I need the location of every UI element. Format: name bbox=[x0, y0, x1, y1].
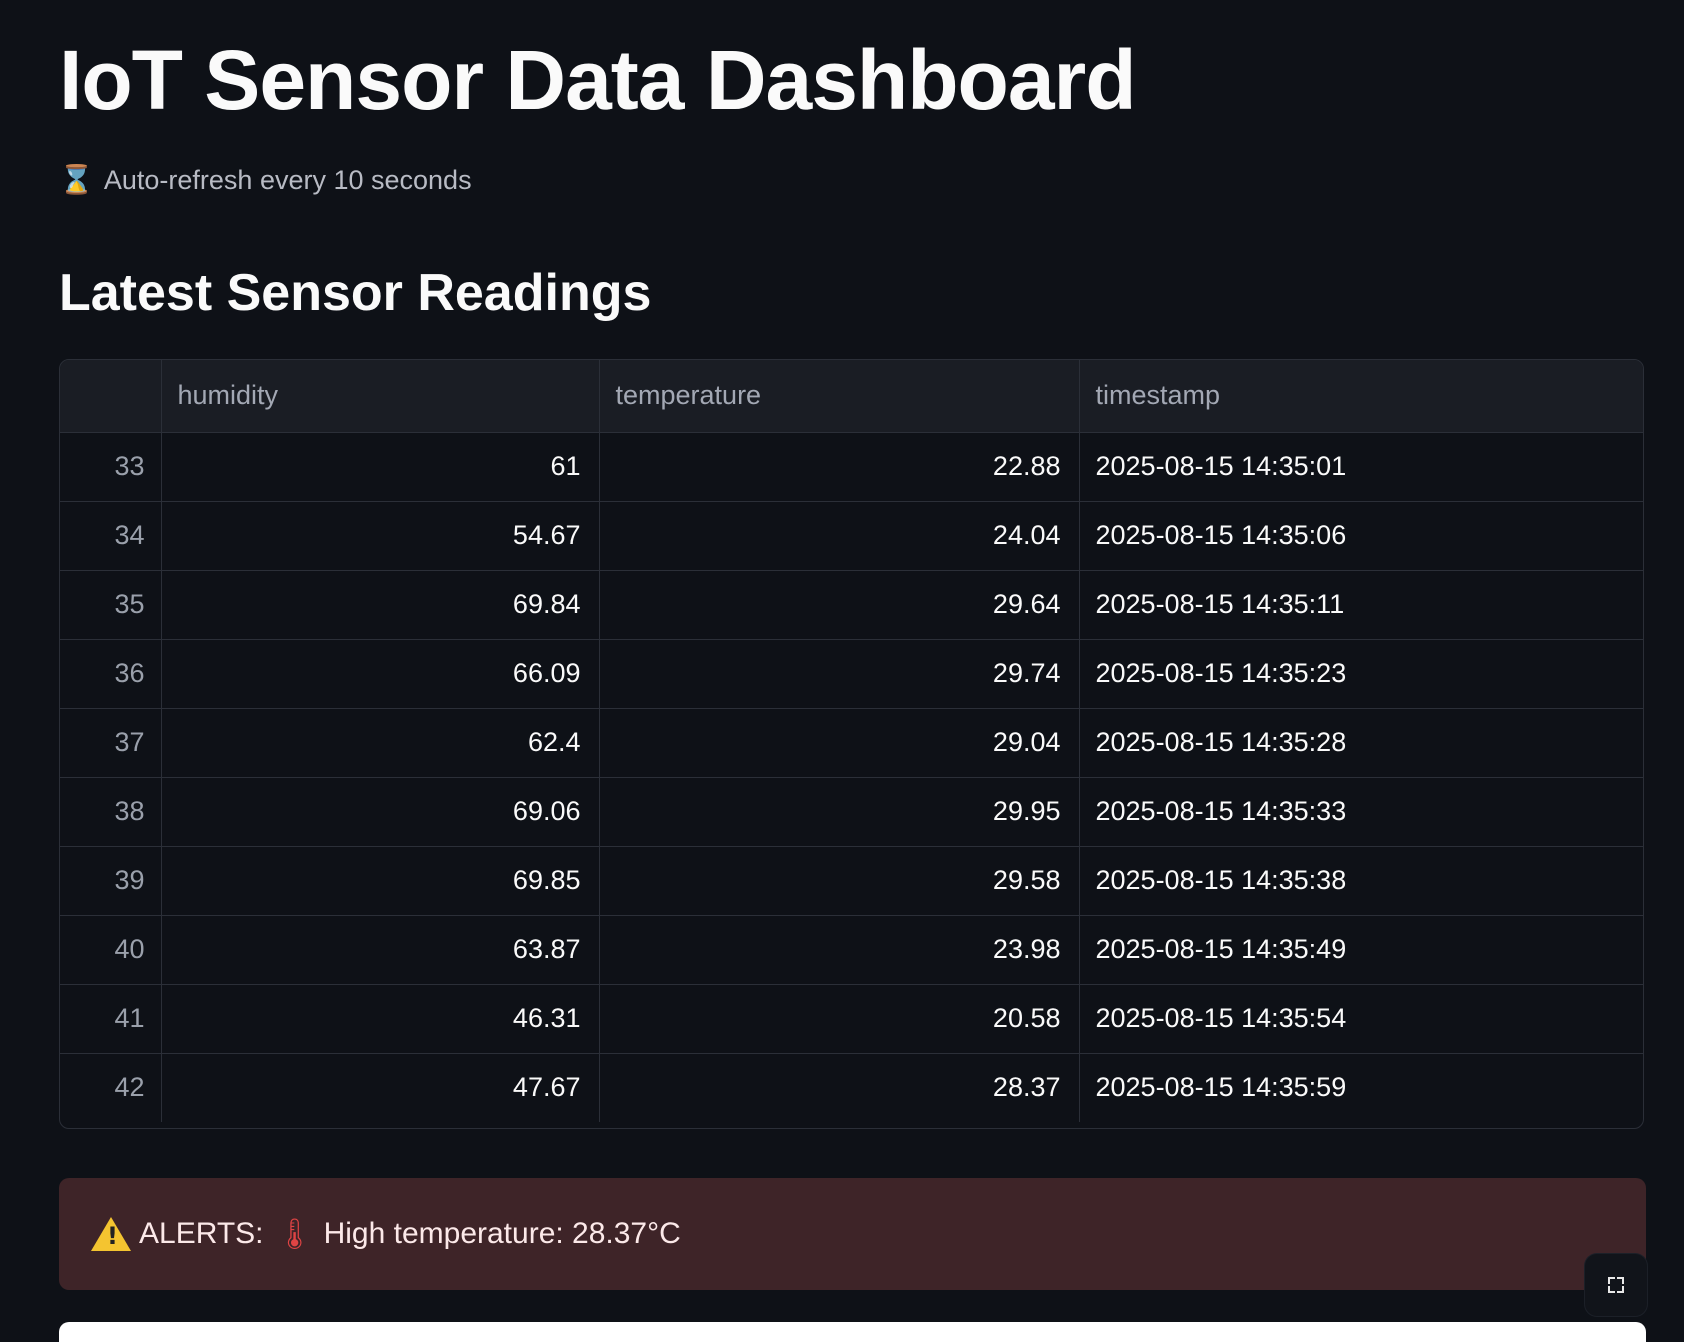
row-index: 41 bbox=[60, 984, 162, 1054]
temperature-cell[interactable]: 29.64 bbox=[599, 570, 1080, 640]
humidity-cell[interactable]: 69.84 bbox=[161, 570, 600, 640]
humidity-cell[interactable]: 69.06 bbox=[161, 777, 600, 847]
alert-box: ALERTS: 🌡 High temperature: 28.37°C bbox=[59, 1178, 1646, 1290]
timestamp-cell[interactable]: 2025-08-15 14:35:11 bbox=[1079, 570, 1643, 640]
temperature-cell[interactable]: 28.37 bbox=[599, 1053, 1080, 1122]
row-index: 42 bbox=[60, 1053, 162, 1122]
humidity-cell[interactable]: 66.09 bbox=[161, 639, 600, 709]
timestamp-cell[interactable]: 2025-08-15 14:35:01 bbox=[1079, 432, 1643, 502]
row-index: 38 bbox=[60, 777, 162, 847]
humidity-cell[interactable]: 47.67 bbox=[161, 1053, 600, 1122]
refresh-note: ⌛ Auto-refresh every 10 seconds bbox=[59, 160, 472, 200]
timestamp-cell[interactable]: 2025-08-15 14:35:23 bbox=[1079, 639, 1643, 709]
table-header-row: humidity temperature timestamp bbox=[60, 360, 1643, 433]
column-header-temperature[interactable]: temperature bbox=[599, 360, 1080, 433]
timestamp-cell[interactable]: 2025-08-15 14:35:38 bbox=[1079, 846, 1643, 916]
row-index: 34 bbox=[60, 501, 162, 571]
section-title: Latest Sensor Readings bbox=[59, 264, 652, 322]
table-row: 34 54.67 24.04 2025-08-15 14:35:06 bbox=[60, 501, 1643, 571]
humidity-cell[interactable]: 62.4 bbox=[161, 708, 600, 778]
next-content-block bbox=[59, 1322, 1646, 1342]
column-header-index[interactable] bbox=[60, 360, 162, 433]
temperature-cell[interactable]: 29.74 bbox=[599, 639, 1080, 709]
temperature-cell[interactable]: 29.04 bbox=[599, 708, 1080, 778]
row-index: 37 bbox=[60, 708, 162, 778]
temperature-cell[interactable]: 23.98 bbox=[599, 915, 1080, 985]
table-row: 40 63.87 23.98 2025-08-15 14:35:49 bbox=[60, 915, 1643, 985]
table-row: 35 69.84 29.64 2025-08-15 14:35:11 bbox=[60, 570, 1643, 640]
page-title: IoT Sensor Data Dashboard bbox=[59, 33, 1137, 127]
alert-label: ALERTS: bbox=[139, 1217, 264, 1250]
row-index: 36 bbox=[60, 639, 162, 709]
timestamp-cell[interactable]: 2025-08-15 14:35:06 bbox=[1079, 501, 1643, 571]
warning-icon bbox=[91, 1217, 131, 1251]
hourglass-icon: ⌛ bbox=[59, 163, 94, 196]
humidity-cell[interactable]: 69.85 bbox=[161, 846, 600, 916]
fullscreen-icon bbox=[1608, 1277, 1624, 1293]
table-row: 41 46.31 20.58 2025-08-15 14:35:54 bbox=[60, 984, 1643, 1054]
humidity-cell[interactable]: 54.67 bbox=[161, 501, 600, 571]
timestamp-cell[interactable]: 2025-08-15 14:35:28 bbox=[1079, 708, 1643, 778]
humidity-cell[interactable]: 61 bbox=[161, 432, 600, 502]
temperature-cell[interactable]: 20.58 bbox=[599, 984, 1080, 1054]
humidity-cell[interactable]: 63.87 bbox=[161, 915, 600, 985]
humidity-cell[interactable]: 46.31 bbox=[161, 984, 600, 1054]
row-index: 35 bbox=[60, 570, 162, 640]
timestamp-cell[interactable]: 2025-08-15 14:35:33 bbox=[1079, 777, 1643, 847]
timestamp-cell[interactable]: 2025-08-15 14:35:49 bbox=[1079, 915, 1643, 985]
temperature-cell[interactable]: 29.58 bbox=[599, 846, 1080, 916]
refresh-text: Auto-refresh every 10 seconds bbox=[103, 165, 472, 195]
temperature-cell[interactable]: 22.88 bbox=[599, 432, 1080, 502]
column-header-humidity[interactable]: humidity bbox=[161, 360, 600, 433]
table-row: 36 66.09 29.74 2025-08-15 14:35:23 bbox=[60, 639, 1643, 709]
sensor-table[interactable]: humidity temperature timestamp 33 61 22.… bbox=[59, 359, 1644, 1129]
row-index: 39 bbox=[60, 846, 162, 916]
thermometer-icon: 🌡 bbox=[275, 1216, 314, 1252]
table-row: 38 69.06 29.95 2025-08-15 14:35:33 bbox=[60, 777, 1643, 847]
timestamp-cell[interactable]: 2025-08-15 14:35:54 bbox=[1079, 984, 1643, 1054]
table-row: 39 69.85 29.58 2025-08-15 14:35:38 bbox=[60, 846, 1643, 916]
timestamp-cell[interactable]: 2025-08-15 14:35:59 bbox=[1079, 1053, 1643, 1122]
table-row: 42 47.67 28.37 2025-08-15 14:35:59 bbox=[60, 1053, 1643, 1122]
row-index: 33 bbox=[60, 432, 162, 502]
table-row: 37 62.4 29.04 2025-08-15 14:35:28 bbox=[60, 708, 1643, 778]
alert-message: High temperature: 28.37°C bbox=[323, 1217, 681, 1250]
column-header-timestamp[interactable]: timestamp bbox=[1079, 360, 1643, 433]
temperature-cell[interactable]: 29.95 bbox=[599, 777, 1080, 847]
row-index: 40 bbox=[60, 915, 162, 985]
table-row: 33 61 22.88 2025-08-15 14:35:01 bbox=[60, 432, 1643, 502]
fullscreen-button[interactable] bbox=[1585, 1254, 1647, 1316]
temperature-cell[interactable]: 24.04 bbox=[599, 501, 1080, 571]
